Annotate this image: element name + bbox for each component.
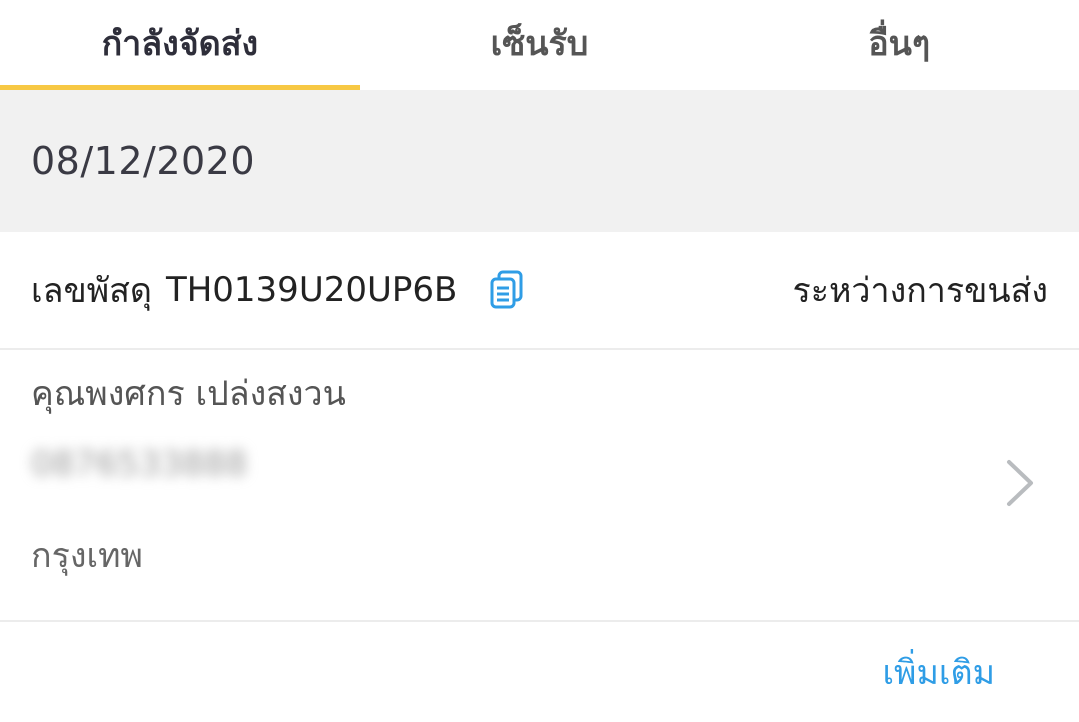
tracking-number: TH0139U20UP6B <box>165 270 458 310</box>
chevron-right-icon[interactable] <box>1005 458 1035 508</box>
recipient-name: คุณพงศกร เปล่งสงวน <box>31 374 346 414</box>
date-header: 08/12/2020 <box>0 90 1079 232</box>
more-link[interactable]: เพิ่มเติม <box>882 645 995 699</box>
delivery-status: ระหว่างการขนส่ง <box>792 271 1049 311</box>
parcel-row: เลขพัสดุ TH0139U20UP6B ระหว่างการขนส่ง <box>0 232 1079 350</box>
recipient-card[interactable]: คุณพงศกร เปล่งสงวน 0876533888 กรุงเทพ <box>0 350 1079 622</box>
tab-in-delivery[interactable]: กำลังจัดส่ง <box>0 0 360 90</box>
recipient-city: กรุงเทพ <box>31 536 143 576</box>
footer: เพิ่มเติม <box>0 622 1079 722</box>
copy-icon[interactable] <box>487 270 527 310</box>
parcel-number-group: เลขพัสดุ TH0139U20UP6B <box>31 263 527 317</box>
tab-other[interactable]: อื่นๆ <box>719 0 1079 90</box>
date-text: 08/12/2020 <box>31 139 256 183</box>
status-tabs: กำลังจัดส่ง เซ็นรับ อื่นๆ <box>0 0 1079 90</box>
tab-signed[interactable]: เซ็นรับ <box>360 0 720 90</box>
parcel-label: เลขพัสดุ <box>31 271 152 311</box>
recipient-phone: 0876533888 <box>31 444 248 484</box>
